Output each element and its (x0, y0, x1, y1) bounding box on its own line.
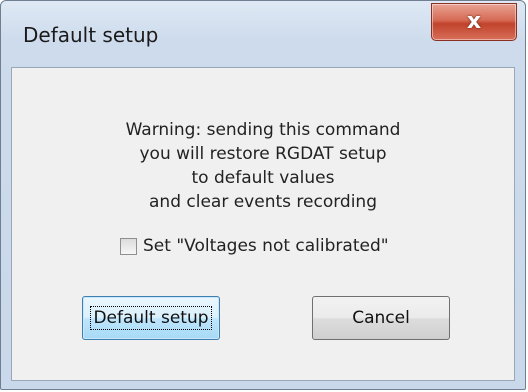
warning-line: to default values (191, 168, 335, 188)
window-title: Default setup (23, 23, 159, 47)
dialog-content: Warning: sending this command you will r… (11, 67, 515, 381)
title-bar[interactable]: Default setup x (1, 1, 525, 67)
warning-line: you will restore RGDAT setup (139, 144, 387, 164)
close-button[interactable]: x (431, 3, 517, 41)
checkbox-label: Set "Voltages not calibrated" (143, 236, 389, 256)
voltages-not-calibrated-option[interactable]: Set "Voltages not calibrated" (120, 236, 389, 256)
close-icon: x (466, 9, 482, 34)
warning-line: Warning: sending this command (125, 120, 401, 140)
cancel-button[interactable]: Cancel (312, 296, 450, 340)
voltages-not-calibrated-checkbox[interactable] (120, 237, 137, 255)
warning-message: Warning: sending this command you will r… (12, 118, 514, 214)
default-setup-button-label: Default setup (90, 306, 212, 330)
warning-line: and clear events recording (149, 192, 377, 212)
cancel-button-label: Cancel (352, 308, 410, 328)
default-setup-button[interactable]: Default setup (82, 296, 220, 340)
dialog-window: Default setup x Warning: sending this co… (0, 0, 526, 390)
